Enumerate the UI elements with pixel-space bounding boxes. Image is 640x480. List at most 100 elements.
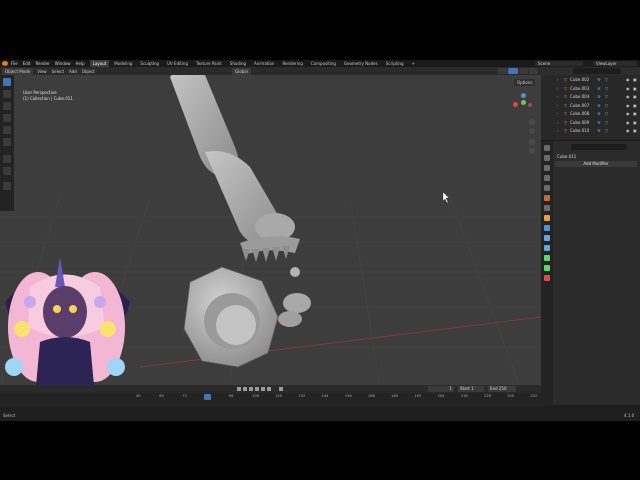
visibility-eye-icon[interactable]: ◉ [626, 120, 630, 127]
gizmo-z-icon[interactable] [521, 93, 526, 98]
outliner-row[interactable]: › ▽ Cube.007 ⚒ ▽ ◉ ▣ [541, 103, 640, 110]
output-tab-icon[interactable] [544, 165, 550, 171]
select-box-tool-icon[interactable] [3, 78, 11, 86]
zoom-icon[interactable] [529, 119, 535, 125]
properties-search-input[interactable] [571, 144, 627, 150]
expand-arrow-icon[interactable]: › [557, 86, 559, 93]
outliner-row[interactable]: › ▽ Cube.004 ⚒ ▽ ◉ ▣ [541, 94, 640, 101]
start-frame-field[interactable]: Start 1 [458, 386, 484, 392]
object-tab-icon[interactable] [544, 215, 550, 221]
transform-orientation-dropdown[interactable]: Global [232, 68, 251, 75]
outliner-row[interactable]: › ▽ Cube.010 ⚒ ▽ ◉ ▣ [541, 128, 640, 135]
scale-tool-icon[interactable] [3, 126, 11, 134]
tab-scripting[interactable]: Scripting [383, 60, 407, 67]
add-workspace-button[interactable]: + [409, 60, 418, 67]
play-reverse-icon[interactable] [249, 387, 253, 391]
tab-uv-editing[interactable]: UV Editing [164, 60, 191, 67]
jump-end-icon[interactable] [267, 387, 271, 391]
tab-modeling[interactable]: Modeling [111, 60, 135, 67]
expand-arrow-icon[interactable]: › [557, 77, 559, 84]
solid-shading-button[interactable] [508, 68, 518, 74]
viewport-menu-view[interactable]: View [37, 69, 47, 74]
render-camera-icon[interactable]: ▣ [633, 86, 637, 93]
expand-arrow-icon[interactable]: › [557, 120, 559, 127]
menu-help[interactable]: Help [75, 61, 84, 66]
viewport-menu-select[interactable]: Select [52, 69, 64, 74]
options-button[interactable]: Options [514, 79, 536, 86]
particles-tab-icon[interactable] [544, 235, 550, 241]
viewport-menu-add[interactable]: Add [69, 69, 77, 74]
world-tab-icon[interactable] [544, 195, 550, 201]
pan-hand-icon[interactable] [529, 128, 535, 134]
render-camera-icon[interactable]: ▣ [633, 103, 637, 110]
measure-tool-icon[interactable] [3, 167, 11, 175]
transform-tool-icon[interactable] [3, 138, 11, 146]
tool-tab-icon[interactable] [544, 145, 550, 151]
visibility-eye-icon[interactable]: ◉ [626, 128, 630, 135]
tab-texture-paint[interactable]: Texture Paint [193, 60, 225, 67]
move-tool-icon[interactable] [3, 102, 11, 110]
physics-tab-icon[interactable] [544, 245, 550, 251]
play-icon[interactable] [255, 387, 259, 391]
render-camera-icon[interactable]: ▣ [633, 111, 637, 118]
material-shading-button[interactable] [518, 68, 528, 74]
next-keyframe-icon[interactable] [261, 387, 265, 391]
outliner-row[interactable]: › ▽ Cube.002 ⚒ ▽ ◉ ▣ [541, 77, 640, 84]
frame-ruler[interactable]: 4060728496108120132144156168180192204216… [0, 394, 541, 401]
view-layer-selector[interactable]: ViewLayer [593, 61, 637, 66]
add-modifier-button[interactable]: Add Modifier [555, 161, 637, 167]
end-frame-field[interactable]: End 250 [488, 386, 516, 392]
mode-dropdown[interactable]: Object Mode [2, 67, 34, 75]
menu-file[interactable]: File [11, 61, 18, 66]
expand-arrow-icon[interactable]: › [557, 128, 559, 135]
visibility-eye-icon[interactable]: ◉ [626, 86, 630, 93]
render-tab-icon[interactable] [544, 155, 550, 161]
render-camera-icon[interactable]: ▣ [633, 77, 637, 84]
constraints-tab-icon[interactable] [544, 255, 550, 261]
expand-arrow-icon[interactable]: › [557, 111, 559, 118]
visibility-eye-icon[interactable]: ◉ [626, 103, 630, 110]
auto-keying-icon[interactable] [279, 387, 283, 391]
expand-arrow-icon[interactable]: › [557, 103, 559, 110]
outliner-search-input[interactable] [573, 68, 621, 74]
visibility-eye-icon[interactable]: ◉ [626, 94, 630, 101]
tab-rendering[interactable]: Rendering [279, 60, 305, 67]
rendered-shading-button[interactable] [528, 68, 538, 74]
tab-sculpting[interactable]: Sculpting [137, 60, 162, 67]
menu-window[interactable]: Window [55, 61, 71, 66]
expand-arrow-icon[interactable]: › [557, 94, 559, 101]
rotate-tool-icon[interactable] [3, 114, 11, 122]
blender-logo-icon[interactable] [2, 61, 8, 66]
tab-shading[interactable]: Shading [227, 60, 249, 67]
render-camera-icon[interactable]: ▣ [633, 120, 637, 127]
tab-layout[interactable]: Layout [89, 60, 110, 67]
gizmo-neg-axis-icon[interactable] [528, 103, 532, 107]
add-cube-tool-icon[interactable] [3, 182, 11, 190]
scene-tab-icon[interactable] [544, 185, 550, 191]
modifier-tab-icon[interactable] [544, 225, 550, 231]
view-layer-tab-icon[interactable] [544, 175, 550, 181]
menu-render[interactable]: Render [35, 61, 49, 66]
tab-animation[interactable]: Animation [251, 60, 277, 67]
gizmo-y-icon[interactable] [521, 100, 526, 105]
annotate-tool-icon[interactable] [3, 155, 11, 163]
outliner-row[interactable]: › ▽ Cube.003 ⚒ ▽ ◉ ▣ [541, 86, 640, 93]
wireframe-shading-button[interactable] [498, 68, 508, 74]
render-camera-icon[interactable]: ▣ [633, 94, 637, 101]
material-tab-icon[interactable] [544, 275, 550, 281]
tab-compositing[interactable]: Compositing [308, 60, 339, 67]
outliner-row[interactable]: › ▽ Cube.009 ⚒ ▽ ◉ ▣ [541, 120, 640, 127]
cursor-tool-icon[interactable] [3, 90, 11, 98]
current-frame-field[interactable]: 1 [428, 386, 454, 392]
tab-geometry-nodes[interactable]: Geometry Nodes [341, 60, 381, 67]
playhead[interactable] [203, 394, 211, 400]
jump-start-icon[interactable] [237, 387, 241, 391]
gizmo-x-icon[interactable] [513, 102, 518, 107]
outliner-row[interactable]: › ▽ Cube.008 ⚒ ▽ ◉ ▣ [541, 111, 640, 118]
scene-selector[interactable]: Scene [535, 61, 583, 66]
menu-edit[interactable]: Edit [23, 61, 31, 66]
prev-keyframe-icon[interactable] [243, 387, 247, 391]
3d-viewport[interactable]: Object Mode View Select Add Object Globa… [0, 67, 541, 406]
grid-view-icon[interactable] [529, 148, 535, 154]
data-tab-icon[interactable] [544, 265, 550, 271]
